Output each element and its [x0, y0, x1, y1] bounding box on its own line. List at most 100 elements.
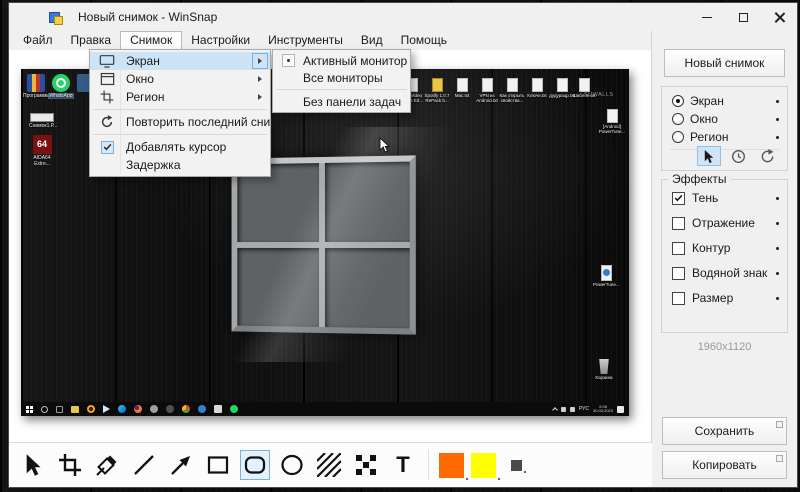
task-view-icon — [56, 406, 63, 413]
menu-help[interactable]: Помощь — [392, 31, 456, 50]
options-dot-icon[interactable] — [776, 222, 779, 225]
timer-button[interactable] — [726, 146, 750, 166]
search-icon — [41, 406, 48, 413]
refresh-icon — [95, 115, 119, 129]
crop-tool[interactable] — [55, 450, 85, 480]
menu-file[interactable]: Файл — [14, 31, 62, 50]
powertune-icon — [601, 265, 612, 281]
close-icon — [774, 12, 785, 23]
menu-item-screen[interactable]: Экран — [90, 52, 270, 70]
select-tool[interactable] — [18, 450, 48, 480]
captured-taskbar: РУС 2:08 30.03.2023 — [21, 402, 629, 416]
submenu-item-all-monitors[interactable]: Все мониторы — [273, 69, 410, 86]
mode-region-radio[interactable]: Регион — [672, 129, 779, 145]
save-button[interactable]: Сохранить — [662, 417, 787, 445]
suwalls-watermark: SUWALLS — [584, 92, 614, 98]
menu-edit[interactable]: Правка — [62, 31, 121, 50]
options-dot-icon[interactable] — [776, 118, 779, 121]
menu-settings[interactable]: Настройки — [182, 31, 259, 50]
minimize-icon — [702, 17, 712, 18]
dropdown-dot-icon — [466, 478, 468, 480]
monitor-icon — [95, 54, 119, 68]
line-tool[interactable] — [129, 450, 159, 480]
dropdown-dot-icon — [524, 471, 526, 473]
effect-reflection-checkbox[interactable]: Отражение — [672, 215, 779, 231]
options-dot-icon[interactable] — [776, 100, 779, 103]
submenu-item-no-taskbar[interactable]: Без панели задач — [273, 93, 410, 110]
effect-shadow-checkbox[interactable]: Тень — [672, 190, 779, 206]
tray-date: 30.03.2023 — [593, 409, 613, 414]
desktop-icon-programs: Программы — [23, 74, 49, 99]
button-options-corner[interactable] — [776, 421, 783, 428]
repeat-button[interactable] — [755, 146, 779, 166]
desktop-icon-aida64: 64 AIDA64 Extre... — [29, 135, 55, 167]
crop-icon — [95, 90, 119, 104]
maximize-icon — [739, 13, 748, 22]
app-icon — [49, 10, 64, 25]
ellipse-tool[interactable] — [277, 450, 307, 480]
app-icon-blue — [198, 405, 206, 413]
options-dot-icon[interactable] — [776, 136, 779, 139]
arrow-tool[interactable] — [166, 450, 196, 480]
menu-tools[interactable]: Инструменты — [259, 31, 352, 50]
capture-mode-group: Экран Окно Регион — [661, 86, 788, 171]
mode-window-radio[interactable]: Окно — [672, 111, 779, 127]
desktop-doc: Ключи.txt — [524, 78, 550, 98]
options-dot-icon[interactable] — [776, 197, 779, 200]
new-snapshot-button[interactable]: Новый снимок — [664, 49, 785, 77]
fill-color-swatch[interactable] — [439, 453, 464, 478]
tray-chevron-icon — [552, 407, 558, 413]
text-tool[interactable]: T — [388, 450, 418, 480]
radio-icon — [672, 113, 684, 125]
mode-tool-buttons — [697, 146, 779, 166]
menu-item-add-cursor[interactable]: Добавлять курсор — [90, 138, 270, 156]
select-arrow-icon — [24, 453, 42, 477]
pen-tool[interactable] — [92, 450, 122, 480]
chrome-icon — [182, 405, 190, 413]
desktop-icon-recycle-bin: Корзина — [591, 359, 617, 380]
menu-item-region[interactable]: Регион — [90, 88, 270, 106]
mode-screen-radio[interactable]: Экран — [672, 93, 779, 109]
toolbar-separator — [428, 450, 429, 480]
clock-icon — [731, 149, 746, 164]
close-button[interactable] — [761, 3, 797, 31]
captured-cursor-icon — [379, 137, 390, 153]
options-dot-icon[interactable] — [776, 272, 779, 275]
windows-logo-wallpaper — [232, 155, 416, 334]
menu-item-repeat-last[interactable]: Повторить последний снимок — [90, 113, 270, 131]
minimize-button[interactable] — [689, 3, 725, 31]
submenu-item-active-monitor[interactable]: Активный монитор — [273, 52, 410, 69]
hatch-tool[interactable] — [314, 450, 344, 480]
effect-outline-checkbox[interactable]: Контур — [672, 240, 779, 256]
system-tray: РУС 2:08 30.03.2023 — [553, 405, 624, 414]
folder-icon — [432, 78, 443, 92]
cursor-toggle-button[interactable] — [697, 146, 721, 166]
menu-view[interactable]: Вид — [352, 31, 392, 50]
highlight-color-swatch[interactable] — [471, 453, 496, 478]
menu-snapshot[interactable]: Снимок — [120, 31, 182, 50]
pixelate-tool[interactable] — [351, 450, 381, 480]
window-icon — [95, 72, 119, 86]
effect-size-checkbox[interactable]: Размер — [672, 290, 779, 306]
stroke-width-swatch[interactable] — [511, 460, 522, 471]
start-button-icon — [26, 406, 33, 413]
snapshot-file-icon — [30, 113, 54, 122]
dropdown-dot-icon — [498, 478, 500, 480]
rounded-rectangle-tool[interactable] — [240, 450, 270, 480]
menu-item-delay[interactable]: Задержка — [90, 156, 270, 174]
options-dot-icon[interactable] — [776, 297, 779, 300]
window-title: Новый снимок - WinSnap — [78, 10, 217, 24]
rectangle-tool[interactable] — [203, 450, 233, 480]
submenu-arrow-icon — [258, 58, 262, 64]
menu-separator — [276, 89, 407, 90]
menu-item-window[interactable]: Окно — [90, 70, 270, 88]
options-dot-icon[interactable] — [776, 247, 779, 250]
checked-checkbox-icon — [672, 192, 685, 205]
effect-watermark-checkbox[interactable]: Водяной знак — [672, 265, 779, 281]
aida64-icon: 64 — [33, 135, 52, 154]
copy-button[interactable]: Копировать — [662, 451, 787, 479]
maximize-button[interactable] — [725, 3, 761, 31]
button-options-corner[interactable] — [776, 455, 783, 462]
desktop-icon-android-powertune: [Android] PowerTune... — [596, 109, 628, 135]
radio-selected-icon — [672, 95, 684, 107]
